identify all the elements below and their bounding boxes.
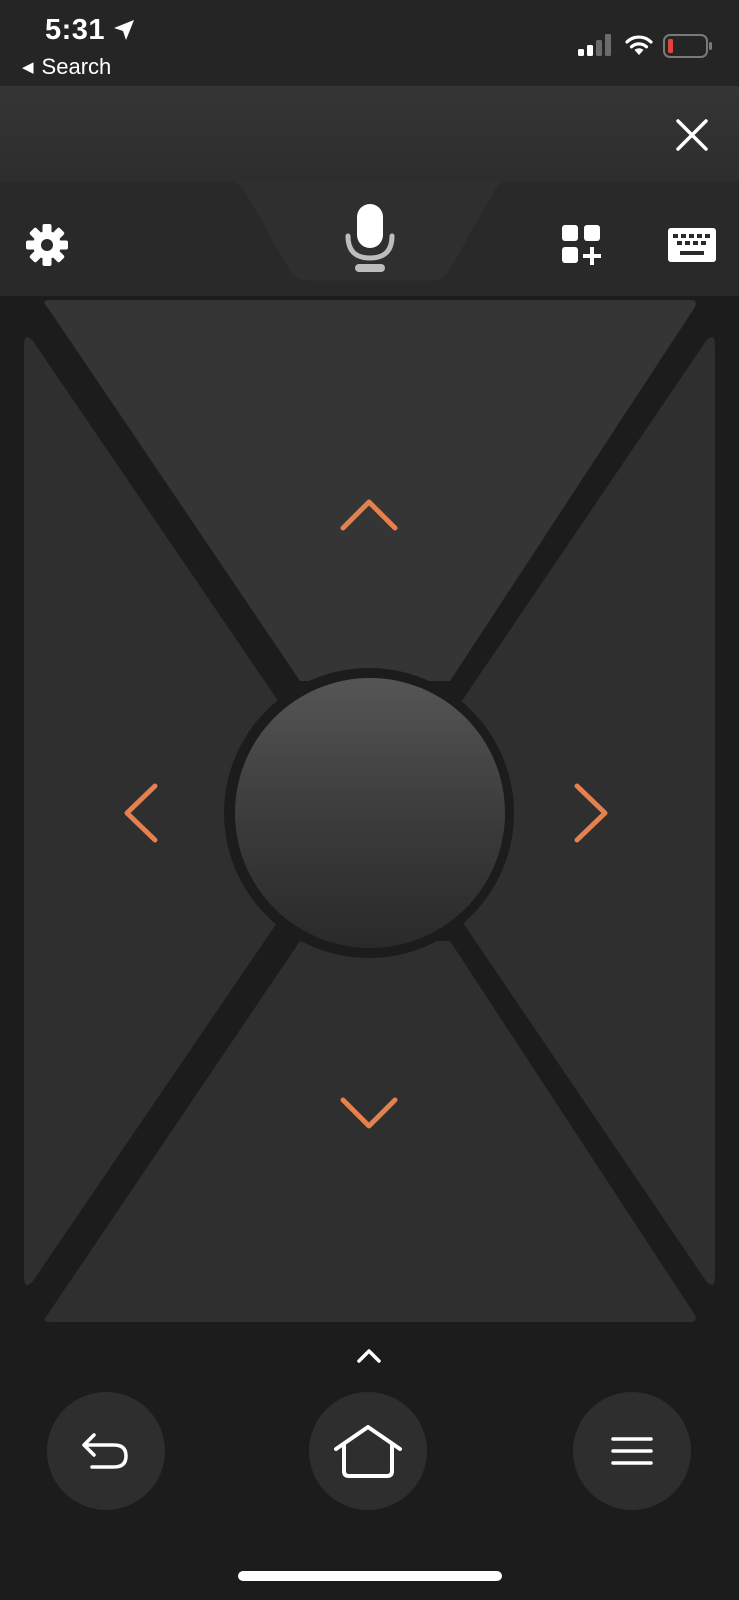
home-button[interactable] <box>309 1392 427 1510</box>
remote-header <box>0 86 739 181</box>
apps-add-icon[interactable] <box>560 223 604 267</box>
gear-icon[interactable] <box>24 222 70 268</box>
back-app-label: Search <box>41 54 112 79</box>
location-arrow-icon <box>114 20 134 40</box>
wifi-icon <box>625 35 653 55</box>
back-button[interactable] <box>47 1392 165 1510</box>
close-icon[interactable] <box>670 113 714 157</box>
keyboard-icon[interactable] <box>668 228 716 262</box>
status-time: 5:31 <box>45 14 106 46</box>
select-button[interactable] <box>235 678 505 948</box>
home-indicator[interactable] <box>238 1571 502 1581</box>
back-to-app-link[interactable]: ◀ Search <box>22 54 111 80</box>
back-icon <box>82 1433 128 1469</box>
back-triangle-icon: ◀ <box>22 59 34 76</box>
home-icon <box>334 1425 402 1478</box>
microphone-icon[interactable] <box>344 202 396 274</box>
menu-icon <box>611 1437 653 1465</box>
menu-button[interactable] <box>573 1392 691 1510</box>
signal-icon <box>578 34 611 56</box>
expand-chevron-icon[interactable] <box>356 1348 382 1364</box>
battery-low-icon <box>663 34 712 58</box>
